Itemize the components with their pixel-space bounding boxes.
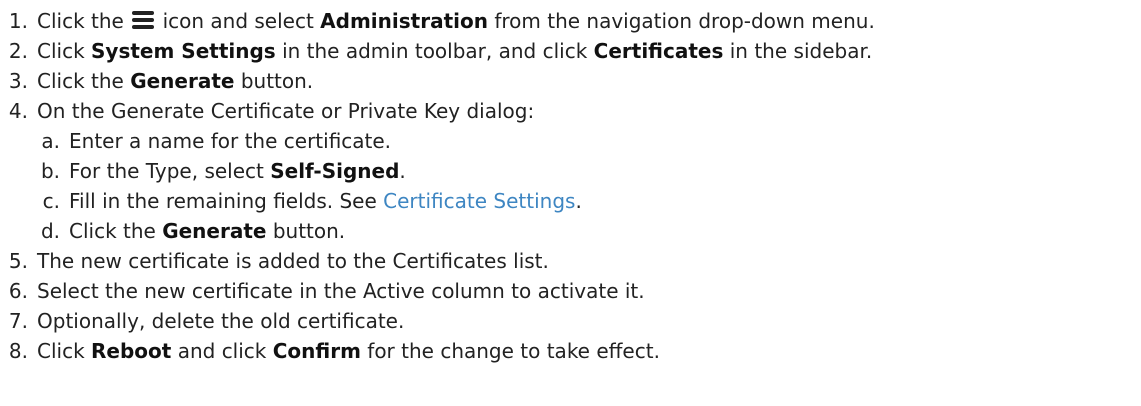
- step-number: 6.: [8, 279, 28, 303]
- ui-term-system-settings: System Settings: [91, 39, 276, 63]
- step-number: 2.: [8, 39, 28, 63]
- ui-term-generate: Generate: [162, 219, 267, 243]
- ui-term-self-signed: Self-Signed: [270, 159, 400, 183]
- step-number: 8.: [8, 339, 28, 363]
- step-text: Click the Generate button.: [37, 69, 314, 93]
- substep-text: Enter a name for the certificate.: [69, 129, 392, 153]
- substep-letter: d.: [40, 219, 60, 243]
- step-text: Optionally, delete the old certificate.: [37, 309, 405, 333]
- step-6: 6. Select the new certificate in the Acti…: [0, 276, 1141, 306]
- step-1: 1. Click the icon and select Administrati…: [0, 6, 1141, 36]
- step-text: Click System Settings in the admin toolb…: [37, 39, 873, 63]
- instructions-list: 1. Click the icon and select Administrati…: [0, 0, 1141, 366]
- step-4: 4. On the Generate Certificate or Private…: [0, 96, 1141, 126]
- certificate-settings-link[interactable]: Certificate Settings: [383, 189, 575, 213]
- ui-term-generate: Generate: [130, 69, 235, 93]
- step-number: 5.: [8, 249, 28, 273]
- substep-letter: c.: [42, 189, 60, 213]
- hamburger-menu-icon: [132, 11, 155, 29]
- step-number: 3.: [8, 69, 28, 93]
- substep-d: d. Click the Generate button.: [0, 216, 1141, 246]
- step-text: The new certificate is added to the Cert…: [37, 249, 549, 273]
- substep-c: c. Fill in the remaining fields. See Cert…: [0, 186, 1141, 216]
- ui-term-reboot: Reboot: [91, 339, 172, 363]
- step-2: 2. Click System Settings in the admin too…: [0, 36, 1141, 66]
- step-7: 7. Optionally, delete the old certificate…: [0, 306, 1141, 336]
- ui-term-administration: Administration: [320, 9, 488, 33]
- substep-text: Fill in the remaining fields. See Certif…: [69, 189, 582, 213]
- step-number: 1.: [8, 9, 28, 33]
- step-5: 5. The new certificate is added to the Ce…: [0, 246, 1141, 276]
- substep-letter: b.: [40, 159, 60, 183]
- substep-letter: a.: [41, 129, 60, 153]
- ui-term-confirm: Confirm: [272, 339, 361, 363]
- step-text: Select the new certificate in the Active…: [37, 279, 645, 303]
- substep-text: For the Type, select Self-Signed.: [69, 159, 406, 183]
- step-8: 8. Click Reboot and click Confirm for the…: [0, 336, 1141, 366]
- step-text: On the Generate Certificate or Private K…: [37, 99, 535, 123]
- step-3: 3. Click the Generate button.: [0, 66, 1141, 96]
- step-text: Click the icon and select Administration…: [37, 9, 875, 33]
- substep-text: Click the Generate button.: [69, 219, 346, 243]
- substep-b: b. For the Type, select Self-Signed.: [0, 156, 1141, 186]
- ui-term-certificates: Certificates: [593, 39, 724, 63]
- substep-a: a. Enter a name for the certificate.: [0, 126, 1141, 156]
- step-number: 7.: [8, 309, 28, 333]
- step-text: Click Reboot and click Confirm for the c…: [37, 339, 660, 363]
- step-number: 4.: [8, 99, 28, 123]
